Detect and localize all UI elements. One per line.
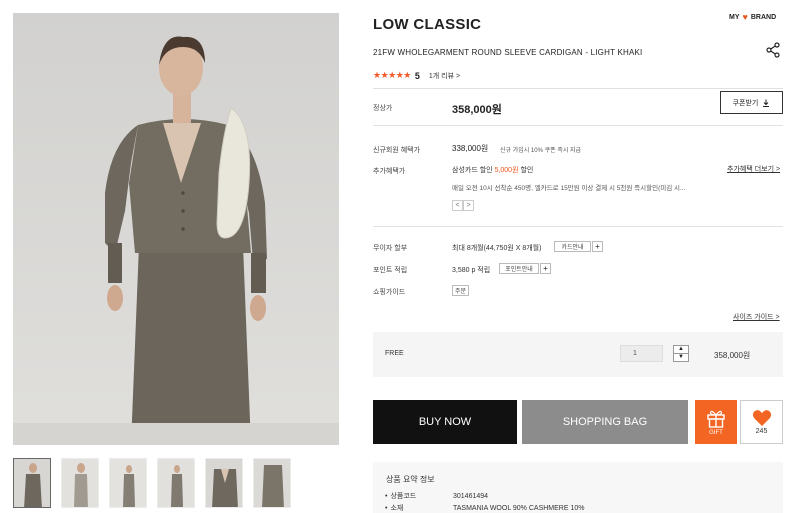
points-label: 포인트 적립 xyxy=(373,267,408,274)
quantity-down-icon[interactable]: ▼ xyxy=(674,353,688,361)
benefit-pager: < > xyxy=(452,200,474,211)
points-info-button[interactable]: 포인트안내 xyxy=(499,263,539,274)
card-discount-word: 할인 xyxy=(479,167,493,174)
installment-label: 무이자 할부 xyxy=(373,245,408,252)
benefit-description: 매일 오전 10시 선착순 450명, 엘카드로 15만원 이상 결제 시 5천… xyxy=(452,185,686,192)
installment-value: 최대 8개월(44,750원 X 8개월) xyxy=(452,245,542,252)
member-note: 신규 가입시 10% 쿠폰 즉시 지급 xyxy=(500,148,582,154)
prev-arrow-icon[interactable]: < xyxy=(452,200,463,211)
option-name: FREE xyxy=(385,350,404,357)
divider xyxy=(373,88,783,89)
coupon-button-label: 쿠폰받기 xyxy=(732,99,759,107)
shopping-bag-button[interactable]: SHOPPING BAG xyxy=(522,400,688,444)
thumbnail-2[interactable] xyxy=(61,458,99,508)
next-arrow-icon[interactable]: > xyxy=(463,200,474,211)
points-expand-button[interactable]: + xyxy=(540,263,551,274)
summary-value: 301461494 xyxy=(453,493,489,500)
summary-value: TASMANIA WOOL 90% CASHMERE 10% xyxy=(453,505,585,512)
divider xyxy=(373,125,783,126)
quantity-input[interactable]: 1 xyxy=(620,345,663,362)
installment-expand-button[interactable]: + xyxy=(592,241,603,252)
quantity-stepper[interactable]: ▲ ▼ xyxy=(673,345,689,362)
like-button[interactable]: 245 xyxy=(740,400,783,444)
gift-label: GIFT xyxy=(709,430,723,436)
thumbnail-1[interactable] xyxy=(13,458,51,508)
extra-benefit-label: 추가혜택가 xyxy=(373,168,406,175)
like-count: 245 xyxy=(755,428,768,435)
brand-label: BRAND xyxy=(750,13,777,21)
option-price: 358,000원 xyxy=(714,351,751,360)
regular-price-label: 정상가 xyxy=(373,105,393,112)
coupon-download-button[interactable]: 쿠폰받기 xyxy=(720,91,783,114)
summary-row-code: 상품코드301461494 xyxy=(385,491,488,501)
share-icon[interactable] xyxy=(765,42,781,58)
product-name: 21FW WHOLEGARMENT ROUND SLEEVE CARDIGAN … xyxy=(373,48,643,57)
gift-button[interactable]: GIFT xyxy=(695,400,737,444)
thumbnail-3[interactable] xyxy=(109,458,147,508)
card-discount: 삼성카드 할인 5,000원 할인 xyxy=(452,165,533,175)
rating-stars: ★★★★★ xyxy=(373,70,411,80)
thumbnail-6[interactable] xyxy=(253,458,291,508)
regular-price: 358,000원 xyxy=(452,104,502,116)
gift-icon xyxy=(707,410,725,428)
quantity-up-icon[interactable]: ▲ xyxy=(674,346,688,353)
size-guide-link[interactable]: 사이즈 가이드 > xyxy=(733,312,780,322)
points-value: 3,580 p 적립 xyxy=(452,267,491,274)
heart-icon: ♥ xyxy=(742,12,748,22)
thumbnail-5[interactable] xyxy=(205,458,243,508)
main-product-image xyxy=(13,13,339,445)
brand-name[interactable]: LOW CLASSIC xyxy=(373,16,481,33)
heart-icon xyxy=(752,410,771,426)
summary-key: 상품코드 xyxy=(385,491,453,501)
card-name: 삼성카드 xyxy=(452,167,478,174)
card-discount-suffix: 할인 xyxy=(520,167,534,174)
summary-row-material: 소재TASMANIA WOOL 90% CASHMERE 10% xyxy=(385,503,584,513)
member-price: 338,000원 xyxy=(452,144,489,153)
my-brand-toggle[interactable]: MY ♥ BRAND xyxy=(729,12,776,22)
my-label: MY xyxy=(729,13,740,21)
shopping-guide-label: 쇼핑가이드 xyxy=(373,289,406,296)
divider xyxy=(373,226,783,227)
summary-key: 소재 xyxy=(385,503,453,513)
thumbnail-strip xyxy=(13,458,339,508)
model-illustration xyxy=(13,13,339,445)
rating-score: 5 xyxy=(414,70,420,81)
card-info-button[interactable]: 카드안내 xyxy=(554,241,591,252)
card-amount: 5,000원 xyxy=(494,167,519,174)
download-icon xyxy=(763,99,770,107)
thumbnail-4[interactable] xyxy=(157,458,195,508)
rating-row: ★★★★★ 5 1개 리뷰 > xyxy=(373,70,460,81)
buy-now-button[interactable]: BUY NOW xyxy=(373,400,517,444)
more-benefits-link[interactable]: 추가혜택 더보기 > xyxy=(727,164,780,174)
member-price-label: 신규회원 혜택가 xyxy=(373,147,421,154)
shopping-guide-button[interactable]: 주문 xyxy=(452,285,469,296)
summary-title: 상품 요약 정보 xyxy=(386,475,435,484)
review-link[interactable]: 1개 리뷰 > xyxy=(429,71,460,81)
